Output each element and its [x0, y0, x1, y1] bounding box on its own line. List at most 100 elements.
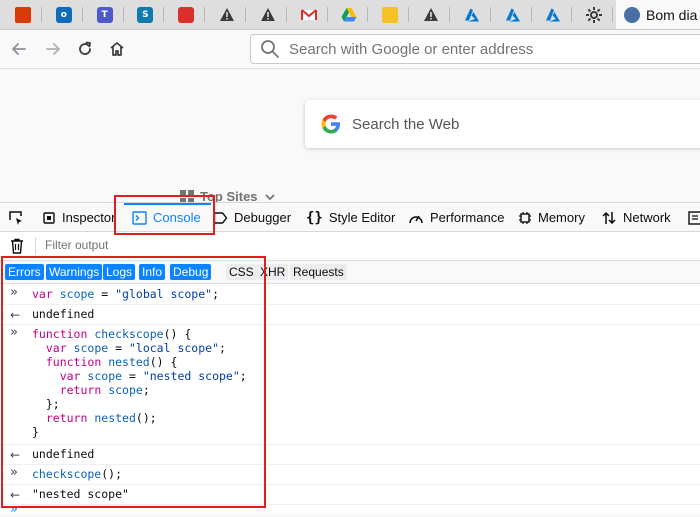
back-arrow-icon [12, 43, 26, 55]
web-search-placeholder: Search the Web [352, 115, 460, 133]
active-tab-title: Bom dia [646, 6, 698, 23]
tab-inspector-label: Inspector [62, 210, 116, 225]
browser-tab[interactable] [371, 0, 410, 29]
tab-network[interactable]: Network [601, 203, 671, 232]
element-picker-button[interactable] [8, 203, 24, 232]
filter-warnings-button[interactable]: Warnings [46, 264, 103, 280]
filter-xhr-button[interactable]: XHR [257, 264, 289, 280]
tab-style-editor[interactable]: {} Style Editor [306, 203, 395, 232]
reload-button[interactable] [72, 36, 98, 62]
tab-separator [81, 7, 83, 22]
gmail-icon [300, 8, 317, 20]
top-sites-header[interactable]: Top Sites [180, 189, 276, 202]
url-bar[interactable]: Search with Google or enter address [250, 34, 700, 64]
browser-tab[interactable] [4, 0, 42, 29]
tab-debugger-label: Debugger [234, 210, 292, 225]
debugger-icon [213, 211, 228, 224]
tab-separator [408, 7, 410, 22]
new-tab-page: Search the Web Top Sites [0, 69, 700, 202]
tab-inspector[interactable]: Inspector [42, 203, 115, 232]
browser-tab[interactable] [330, 0, 369, 29]
memory-chip-icon [519, 211, 531, 224]
tab-style-editor-label: Style Editor [328, 210, 396, 225]
home-button[interactable] [104, 36, 130, 62]
google-logo-icon [321, 114, 340, 134]
trash-icon [11, 238, 23, 254]
filter-info-button[interactable]: Info [139, 264, 166, 280]
browser-tab[interactable] [534, 0, 573, 29]
browser-tab[interactable]: o [45, 0, 83, 29]
browser-tab[interactable] [290, 0, 328, 29]
tab-separator [204, 7, 206, 22]
filter-logs-button[interactable]: Logs [103, 264, 136, 280]
outlook-icon: o [55, 6, 72, 23]
web-search-box[interactable]: Search the Web [305, 100, 700, 148]
tab-separator [489, 7, 491, 22]
tab-separator [530, 7, 532, 22]
browser-tab[interactable] [494, 0, 532, 29]
tab-separator [571, 7, 573, 22]
console-input-row: » checkscope(); [0, 464, 700, 485]
console-prompt[interactable]: » [0, 502, 700, 517]
console-result-text: "nested scope" [32, 487, 129, 501]
inspector-icon [43, 211, 55, 224]
gear-icon [586, 6, 603, 23]
input-chevron-icon: » [10, 465, 18, 480]
search-icon [261, 40, 279, 58]
browser-tab[interactable]: T [86, 0, 124, 29]
warning-icon [260, 7, 275, 21]
top-sites-label: Top Sites [200, 189, 258, 202]
forward-arrow-icon [46, 43, 60, 55]
input-chevron-icon: » [10, 325, 18, 340]
browser-tab[interactable] [208, 0, 246, 29]
browser-tab[interactable] [575, 0, 614, 29]
now-icon [178, 6, 195, 23]
filter-errors-button[interactable]: Errors [5, 264, 44, 280]
tab-console-label: Console [153, 210, 201, 225]
filter-requests-button[interactable]: Requests [290, 264, 347, 280]
filter-debug-button[interactable]: Debug [170, 264, 212, 280]
filter-css-button[interactable]: CSS [226, 264, 257, 280]
browser-tab[interactable] [249, 0, 287, 29]
console-input-code: var scope = "global scope"; [32, 287, 219, 301]
element-picker-icon [9, 210, 22, 225]
clear-console-button[interactable] [10, 238, 24, 258]
browser-tab[interactable] [453, 0, 491, 29]
tab-memory[interactable]: Memory [518, 203, 585, 232]
home-icon [110, 42, 124, 56]
console-result-row: ← undefined [0, 304, 700, 325]
gauge-icon [409, 215, 423, 223]
tab-separator [245, 7, 246, 22]
azure-icon [546, 8, 561, 21]
tab-performance[interactable]: Performance [408, 203, 504, 232]
more-tools-button[interactable] [688, 203, 700, 232]
warning-icon [424, 7, 438, 21]
active-tab-indicator [124, 203, 211, 205]
filter-output-input[interactable]: Filter output [45, 238, 108, 252]
tab-console[interactable]: Console [124, 203, 211, 232]
google-drive-icon [341, 7, 357, 21]
warning-icon [220, 7, 234, 21]
active-browser-tab[interactable]: Bom dia [616, 0, 700, 29]
console-result-row: ← "nested scope" [0, 484, 700, 505]
console-result-text: undefined [32, 447, 95, 461]
forward-button[interactable] [40, 36, 66, 62]
tab-debugger[interactable]: Debugger [213, 203, 291, 232]
chevron-down-icon [264, 193, 275, 200]
browser-tab[interactable]: S [126, 0, 165, 29]
tab-memory-label: Memory [538, 210, 585, 225]
console-filter-bar: Filter output [0, 232, 700, 261]
console-input-row: » function checkscope() { var scope = "l… [0, 324, 700, 445]
navigation-toolbar: Search with Google or enter address [0, 30, 700, 69]
console-category-bar: Errors Warnings Logs Info Debug CSS XHR … [0, 261, 700, 284]
console-input-code: function checkscope() { var scope = "loc… [32, 327, 247, 439]
filter-divider [35, 237, 36, 255]
browser-tab[interactable] [412, 0, 450, 29]
tab-separator [41, 7, 42, 22]
network-arrows-icon [602, 211, 616, 224]
console-result-text: undefined [32, 307, 95, 321]
tab-strip: o T S Bom dia [0, 0, 700, 30]
back-button[interactable] [6, 36, 32, 62]
result-arrow-icon: ← [10, 448, 21, 462]
browser-tab[interactable] [167, 0, 206, 29]
